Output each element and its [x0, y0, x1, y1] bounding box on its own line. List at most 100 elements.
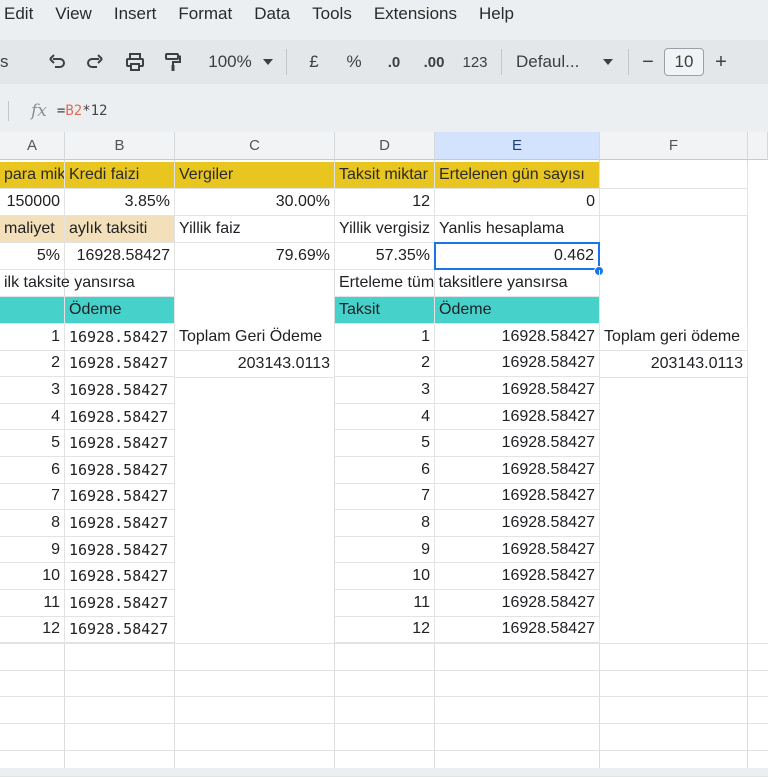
left-odeme-value[interactable]: 16928.58427: [65, 350, 175, 378]
left-odeme-value[interactable]: 16928.58427: [65, 510, 175, 537]
right-taksit-number[interactable]: 4: [335, 403, 435, 431]
menu-edit[interactable]: Edit: [0, 4, 44, 24]
menu-format[interactable]: Format: [167, 4, 243, 24]
cell-e1[interactable]: Ertelenen gün sayısı: [435, 162, 600, 189]
cell-c3[interactable]: Yillik faiz: [175, 216, 335, 243]
increase-decimal-button[interactable]: .00: [415, 40, 453, 84]
cell-f2[interactable]: [600, 189, 748, 216]
right-odeme-value[interactable]: 16928.58427: [435, 457, 600, 484]
right-taksit-number[interactable]: 10: [335, 563, 435, 590]
cell-d2[interactable]: 12: [335, 189, 435, 216]
right-odeme-value[interactable]: 16928.58427: [435, 563, 600, 590]
menu-view[interactable]: View: [44, 4, 103, 24]
right-taksit-number[interactable]: 12: [335, 616, 435, 644]
left-taksit-number[interactable]: 10: [0, 563, 65, 590]
left-taksit-number[interactable]: 12: [0, 616, 65, 644]
cell-c1[interactable]: Vergiler: [175, 162, 335, 189]
column-header-f[interactable]: F: [600, 132, 748, 160]
cell-a3[interactable]: maliyet: [0, 216, 65, 243]
column-header-g[interactable]: [748, 132, 768, 160]
cell-c4[interactable]: 79.69%: [175, 243, 335, 270]
search-menus-fragment[interactable]: s: [0, 40, 12, 84]
cell-b1[interactable]: Kredi faizi: [65, 162, 175, 189]
right-odeme-value[interactable]: 16928.58427: [435, 590, 600, 617]
cell-c8[interactable]: 203143.0113: [175, 351, 335, 378]
zoom-caret-icon[interactable]: [258, 40, 278, 84]
left-taksit-number[interactable]: 9: [0, 536, 65, 564]
zoom-select[interactable]: 100%: [202, 40, 258, 84]
right-taksit-number[interactable]: 2: [335, 350, 435, 378]
decrease-font-size-button[interactable]: −: [637, 40, 659, 84]
right-odeme-value[interactable]: 16928.58427: [435, 536, 600, 564]
cell-c2[interactable]: 30.00%: [175, 189, 335, 216]
paint-format-icon[interactable]: [158, 40, 188, 84]
formula-input[interactable]: =B2*12: [57, 103, 108, 119]
left-odeme-value[interactable]: 16928.58427: [65, 590, 175, 617]
menu-insert[interactable]: Insert: [103, 4, 168, 24]
right-taksit-number[interactable]: 6: [335, 457, 435, 484]
cell-b6[interactable]: Ödeme: [65, 297, 175, 324]
cell-d5[interactable]: Erteleme tüm taksitlere yansırsa: [335, 270, 600, 297]
left-odeme-value[interactable]: 16928.58427: [65, 536, 175, 564]
decrease-decimal-button[interactable]: .0: [377, 40, 411, 84]
cell-d6[interactable]: Taksit: [335, 297, 435, 324]
right-taksit-number[interactable]: 9: [335, 536, 435, 564]
left-odeme-value[interactable]: 16928.58427: [65, 403, 175, 431]
font-caret-icon[interactable]: [596, 40, 620, 84]
left-taksit-number[interactable]: 5: [0, 430, 65, 457]
left-odeme-value[interactable]: 16928.58427: [65, 457, 175, 484]
cell-b3[interactable]: aylık taksiti: [65, 216, 175, 243]
cell-a1[interactable]: para mikt: [0, 162, 65, 189]
menu-tools[interactable]: Tools: [301, 4, 363, 24]
column-header-b[interactable]: B: [65, 132, 175, 160]
right-odeme-value[interactable]: 16928.58427: [435, 324, 600, 351]
right-odeme-value[interactable]: 16928.58427: [435, 350, 600, 378]
left-odeme-value[interactable]: 16928.58427: [65, 324, 175, 351]
right-odeme-value[interactable]: 16928.58427: [435, 377, 600, 404]
column-header-e[interactable]: E: [435, 132, 600, 160]
more-formats-button[interactable]: 123: [457, 40, 493, 84]
cell-f8[interactable]: 203143.0113: [600, 351, 748, 378]
cell-b2[interactable]: 3.85%: [65, 189, 175, 216]
right-odeme-value[interactable]: 16928.58427: [435, 430, 600, 457]
right-taksit-number[interactable]: 11: [335, 590, 435, 617]
right-taksit-number[interactable]: 1: [335, 324, 435, 351]
left-taksit-number[interactable]: 6: [0, 457, 65, 484]
percent-format-button[interactable]: %: [337, 40, 371, 84]
cell-d4[interactable]: 57.35%: [335, 243, 435, 270]
cell-a4[interactable]: 5%: [0, 243, 65, 270]
right-taksit-number[interactable]: 3: [335, 377, 435, 404]
print-icon[interactable]: [120, 40, 150, 84]
cell-a2[interactable]: 150000: [0, 189, 65, 216]
left-taksit-number[interactable]: 2: [0, 350, 65, 378]
left-odeme-value[interactable]: 16928.58427: [65, 377, 175, 404]
cell-c7[interactable]: Toplam Geri Ödeme: [175, 324, 335, 351]
menu-data[interactable]: Data: [243, 4, 301, 24]
increase-font-size-button[interactable]: +: [709, 40, 733, 84]
cell-a5[interactable]: ilk taksite yansırsa: [0, 270, 175, 297]
left-odeme-value[interactable]: 16928.58427: [65, 563, 175, 590]
menu-help[interactable]: Help: [468, 4, 525, 24]
left-odeme-value[interactable]: 16928.58427: [65, 430, 175, 457]
left-taksit-number[interactable]: 11: [0, 590, 65, 617]
right-odeme-value[interactable]: 16928.58427: [435, 616, 600, 644]
font-family-select[interactable]: Defaul...: [516, 40, 592, 84]
left-taksit-number[interactable]: 7: [0, 483, 65, 511]
cell-f7[interactable]: Toplam geri ödeme: [600, 324, 748, 351]
cell-e2[interactable]: 0: [435, 189, 600, 216]
cell-b4[interactable]: 16928.58427: [65, 243, 175, 270]
right-taksit-number[interactable]: 7: [335, 483, 435, 511]
cell-e4-selected[interactable]: 0.462: [434, 242, 600, 270]
cell-d3[interactable]: Yillik vergisiz: [335, 216, 435, 243]
left-taksit-number[interactable]: 1: [0, 324, 65, 351]
left-odeme-value[interactable]: 16928.58427: [65, 616, 175, 644]
font-size-input[interactable]: 10: [664, 48, 704, 76]
left-taksit-number[interactable]: 4: [0, 403, 65, 431]
right-odeme-value[interactable]: 16928.58427: [435, 510, 600, 537]
left-odeme-value[interactable]: 16928.58427: [65, 483, 175, 511]
currency-format-button[interactable]: £: [299, 40, 329, 84]
redo-icon[interactable]: [80, 40, 110, 84]
cell-f1[interactable]: [600, 162, 748, 189]
right-odeme-value[interactable]: 16928.58427: [435, 483, 600, 511]
undo-icon[interactable]: [42, 40, 72, 84]
